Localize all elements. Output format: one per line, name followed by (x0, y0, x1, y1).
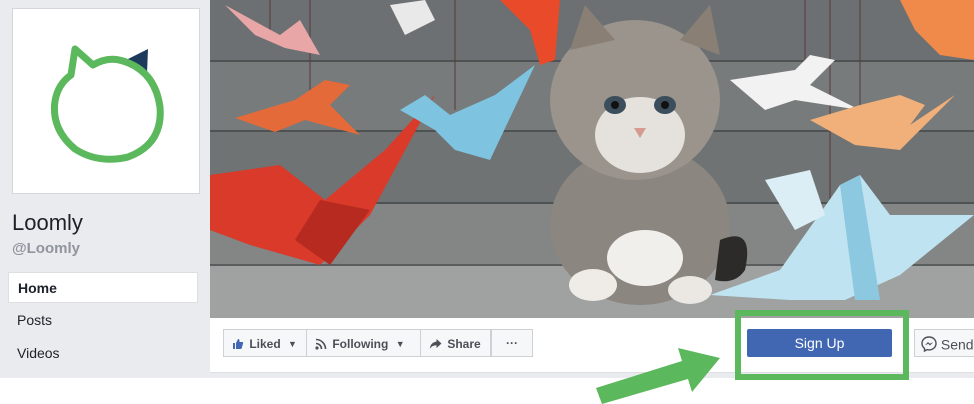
following-label: Following (332, 336, 389, 351)
messenger-icon (921, 336, 937, 353)
cover-photo[interactable] (210, 0, 974, 318)
liked-caret-icon: ▼ (288, 338, 297, 349)
send-message-button[interactable]: Send (914, 329, 974, 357)
nav-item-videos[interactable]: Videos (8, 338, 198, 369)
rss-icon (315, 338, 327, 350)
thumbs-up-icon (233, 338, 244, 349)
page-handle[interactable]: @Loomly (12, 240, 80, 257)
share-label: Share (447, 336, 481, 351)
page-name: Loomly (12, 210, 83, 235)
more-options-button[interactable]: ··· (491, 329, 533, 357)
sign-up-highlight-box (735, 310, 909, 380)
liked-label: Liked (249, 336, 281, 351)
kitten-origami-cover-image (210, 0, 974, 318)
green-arrow-icon (596, 348, 720, 404)
profile-picture[interactable] (12, 8, 200, 194)
share-arrow-icon (429, 338, 442, 349)
following-caret-icon: ▼ (395, 338, 405, 349)
following-button[interactable]: Following ▼ (306, 329, 421, 357)
loomly-logo-icon (50, 45, 164, 163)
nav-item-posts[interactable]: Posts (8, 305, 198, 336)
share-button[interactable]: Share (420, 329, 491, 357)
send-label: Send (940, 336, 974, 353)
nav-item-home[interactable]: Home (8, 272, 198, 303)
liked-button[interactable]: Liked ▼ (223, 329, 307, 357)
left-column: Loomly @Loomly Home Posts Videos (0, 0, 210, 378)
